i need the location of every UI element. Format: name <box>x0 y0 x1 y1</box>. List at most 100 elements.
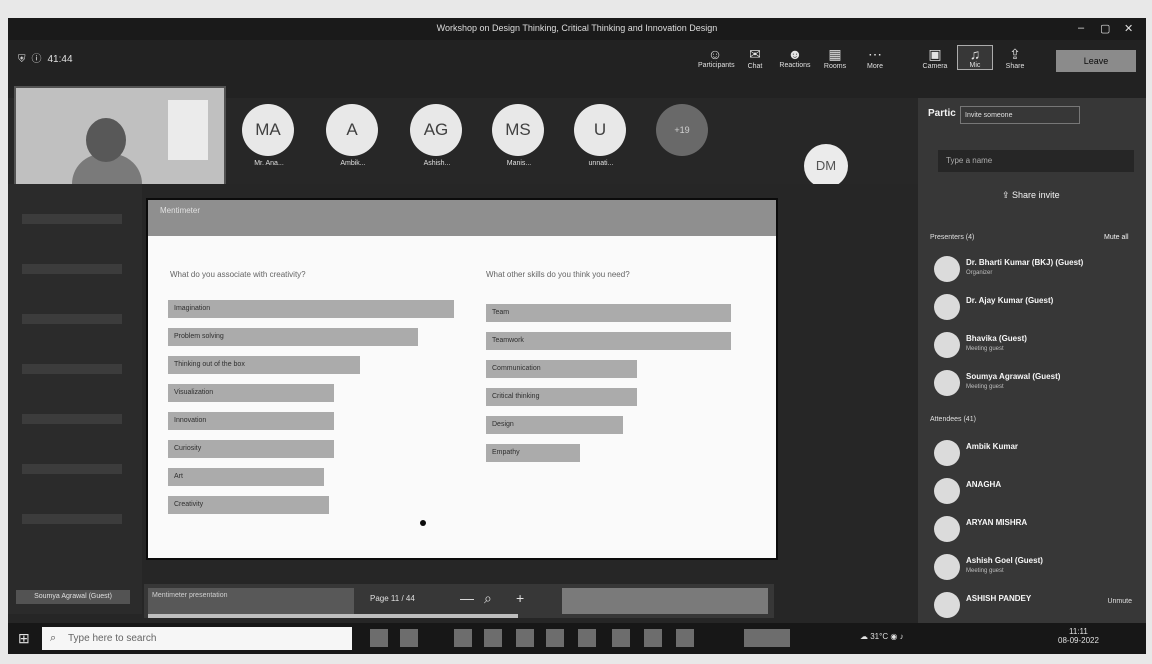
people-icon: ☺ <box>707 46 723 62</box>
participant-row[interactable]: ANAGHA <box>928 474 1138 508</box>
participant-name: Dr. Ajay Kumar (Guest) <box>966 296 1054 305</box>
participant-search-input[interactable]: Type a name <box>938 150 1134 172</box>
slide-header: Mentimeter <box>148 200 776 236</box>
weather-temp: 31°C <box>870 632 889 641</box>
participant-name: Ambik... <box>340 160 366 167</box>
participant-name: ASHISH PANDEY <box>966 594 1032 603</box>
zoom-in-icon[interactable]: + <box>516 590 524 606</box>
presentation-slide: Mentimeter What do you associate with cr… <box>146 198 778 560</box>
chat-button[interactable]: ✉ Chat <box>738 46 772 70</box>
cortana-icon[interactable] <box>370 629 388 647</box>
slide-header-text: Mentimeter <box>160 206 201 215</box>
zoom-out-icon[interactable]: — <box>460 590 474 606</box>
participant-action[interactable]: Unmute <box>1107 598 1132 605</box>
taskbar-search-input[interactable]: ⌕ Type here to search <box>42 627 352 650</box>
participant-name: unnati... <box>588 160 614 167</box>
search-icon: ⌕ <box>50 632 57 644</box>
participant-row[interactable]: Soumya Agrawal (Guest) Meeting guest <box>928 366 1138 400</box>
rooms-button[interactable]: ▦ Rooms <box>818 46 852 70</box>
leave-button[interactable]: Leave <box>1056 50 1136 72</box>
volume-icon[interactable]: ♪ <box>900 632 904 641</box>
minimize-icon[interactable]: – <box>1078 22 1084 34</box>
participant-row[interactable]: Dr. Bharti Kumar (BKJ) (Guest) Organizer <box>928 252 1138 286</box>
share-button[interactable]: ⇪ Share <box>998 46 1032 70</box>
participant-name: Ambik Kumar <box>966 442 1019 451</box>
sidebar-row <box>22 364 122 374</box>
close-icon[interactable]: ✕ <box>1124 22 1133 35</box>
share-icon: ⇪ <box>1002 190 1013 200</box>
zoom-search-icon[interactable]: ⌕ <box>484 590 492 607</box>
page-indicator: Page 11 / 44 <box>370 594 415 603</box>
horizontal-scrollbar[interactable] <box>148 614 518 618</box>
participant-role: Meeting guest <box>966 384 1004 390</box>
chat-icon: ✉ <box>749 46 761 62</box>
self-video <box>14 86 226 186</box>
participant-name: Ashish Goel (Guest) <box>966 556 1043 565</box>
invite-field[interactable]: Invite someone <box>960 106 1080 124</box>
dm-avatar[interactable]: DM <box>804 144 848 188</box>
more-button[interactable]: ⋯ More <box>858 46 892 70</box>
avatar <box>934 592 960 618</box>
sidebar-row <box>22 214 122 224</box>
info-icon[interactable]: ⓘ <box>32 54 42 65</box>
teams-window: Workshop on Design Thinking, Critical Th… <box>8 18 1146 654</box>
left-question: What do you associate with creativity? <box>170 270 306 279</box>
share-invite-button[interactable]: ⇪ Share invite <box>1002 190 1060 201</box>
participant-row[interactable]: Bhavika (Guest) Meeting guest <box>928 328 1138 362</box>
more-participants-avatar[interactable]: +19 <box>656 104 708 156</box>
explorer-icon[interactable] <box>484 629 502 647</box>
participant-role: Meeting guest <box>966 568 1004 574</box>
word-bar: Creativity <box>168 496 329 514</box>
participant-row[interactable]: Ambik Kumar <box>928 436 1138 470</box>
word-bar: Critical thinking <box>486 388 637 406</box>
page-current[interactable]: 11 <box>391 594 399 603</box>
maximize-icon[interactable]: ▢ <box>1100 22 1110 35</box>
store-icon[interactable] <box>516 629 534 647</box>
avatar <box>934 256 960 282</box>
more-icon: ⋯ <box>868 46 882 62</box>
edge-icon[interactable] <box>454 629 472 647</box>
mic-button[interactable]: ♫ Mic <box>957 45 993 70</box>
participant-avatar[interactable]: MS <box>492 104 544 156</box>
reactions-icon: ☻ <box>787 46 803 62</box>
mail-icon[interactable] <box>546 629 564 647</box>
participant-row[interactable]: Ashish Goel (Guest) Meeting guest <box>928 550 1138 584</box>
mute-all-button[interactable]: Mute all <box>1104 234 1129 241</box>
camera-button[interactable]: ▣ Camera <box>918 46 952 70</box>
word-bar: Problem solving <box>168 328 418 346</box>
participants-button[interactable]: ☺ Participants <box>698 46 735 69</box>
sidebar-row <box>22 264 122 274</box>
participant-role: Organizer <box>966 270 993 276</box>
avatar <box>934 554 960 580</box>
app-icon[interactable] <box>612 629 630 647</box>
participant-row[interactable]: ARYAN MISHRA <box>928 512 1138 546</box>
presenter-name-badge: Soumya Agrawal (Guest) <box>16 590 130 604</box>
participant-avatar[interactable]: MA <box>242 104 294 156</box>
avatar <box>934 516 960 542</box>
windows-start-icon[interactable]: ⊞ <box>18 630 30 647</box>
participant-name: Bhavika (Guest) <box>966 334 1027 343</box>
word-bar: Team <box>486 304 731 322</box>
reactions-button[interactable]: ☻ Reactions <box>778 46 812 69</box>
slide-pointer-dot <box>420 520 426 526</box>
presenters-section-label[interactable]: Presenters (4) <box>930 234 974 241</box>
participant-name: Dr. Bharti Kumar (BKJ) (Guest) <box>966 258 1084 267</box>
wifi-icon[interactable]: ◉ <box>890 632 897 641</box>
participant-row[interactable]: Dr. Ajay Kumar (Guest) <box>928 290 1138 324</box>
title-bar: Workshop on Design Thinking, Critical Th… <box>8 18 1146 40</box>
participant-avatar[interactable]: AG <box>410 104 462 156</box>
attendees-section-label[interactable]: Attendees (41) <box>930 416 976 423</box>
teams-icon[interactable] <box>644 629 662 647</box>
participant-avatar[interactable]: U <box>574 104 626 156</box>
avatar <box>934 332 960 358</box>
app-icon[interactable] <box>676 629 694 647</box>
participant-row[interactable]: ASHISH PANDEY Unmute <box>928 588 1138 622</box>
file-info: Mentimeter presentation <box>148 588 354 614</box>
participant-avatar[interactable]: A <box>326 104 378 156</box>
panel-title: Partic <box>928 108 956 119</box>
task-view-icon[interactable] <box>400 629 418 647</box>
active-app-icon[interactable] <box>744 629 790 647</box>
chrome-icon[interactable] <box>578 629 596 647</box>
taskbar-clock[interactable]: 11:11 08-09-2022 <box>1058 627 1099 645</box>
shared-content-stage: Mentimeter What do you associate with cr… <box>8 184 918 654</box>
